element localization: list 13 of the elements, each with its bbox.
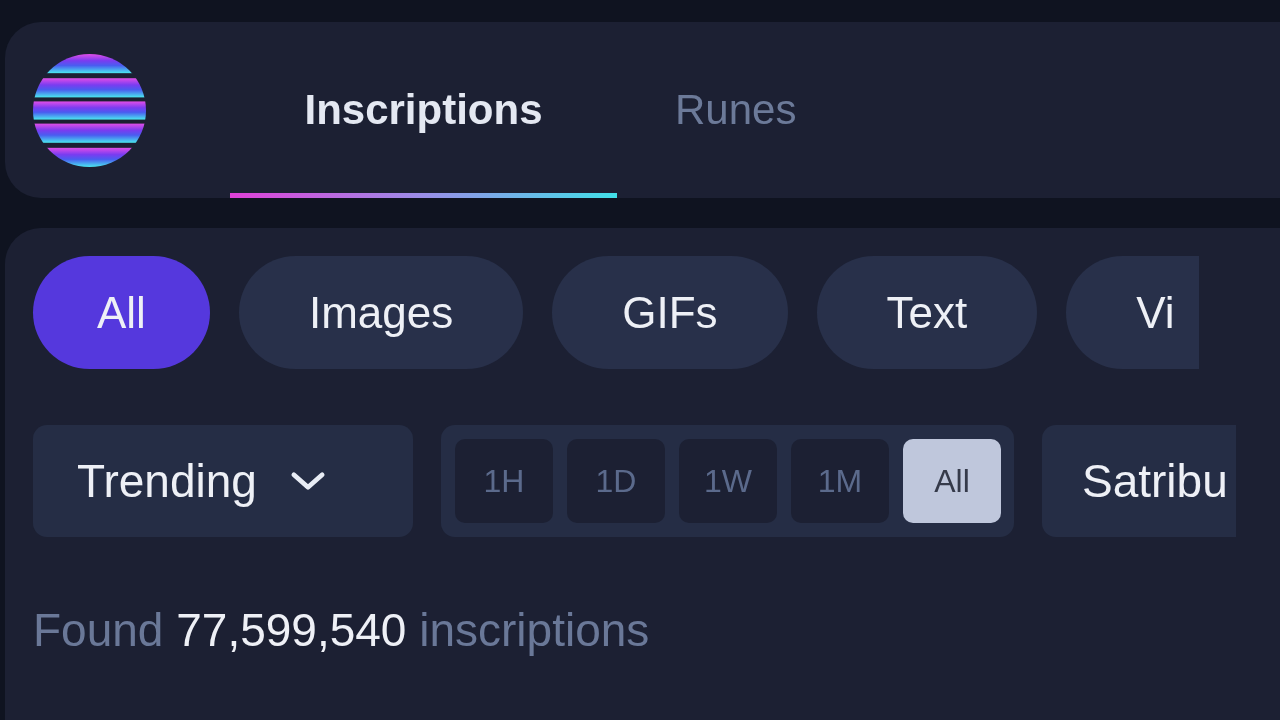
filter-chip[interactable]: Text bbox=[816, 256, 1038, 369]
nav-tab[interactable]: Runes bbox=[675, 22, 797, 198]
striped-circle-logo-icon bbox=[33, 54, 146, 167]
source-dropdown[interactable]: Satribu bbox=[1042, 425, 1236, 537]
filter-chip[interactable]: Vi bbox=[1066, 256, 1199, 369]
filter-chip[interactable]: Images bbox=[238, 256, 524, 369]
filter-chip[interactable]: All bbox=[33, 256, 210, 369]
nav-tab[interactable]: Inscriptions bbox=[230, 22, 617, 198]
sort-dropdown[interactable]: Trending bbox=[33, 425, 413, 537]
chevron-down-icon bbox=[288, 470, 327, 492]
results-count-text: Found 77,599,540 inscriptions bbox=[33, 603, 651, 657]
time-range-button[interactable]: All bbox=[903, 439, 1001, 523]
filter-chip[interactable]: GIFs bbox=[552, 256, 788, 369]
